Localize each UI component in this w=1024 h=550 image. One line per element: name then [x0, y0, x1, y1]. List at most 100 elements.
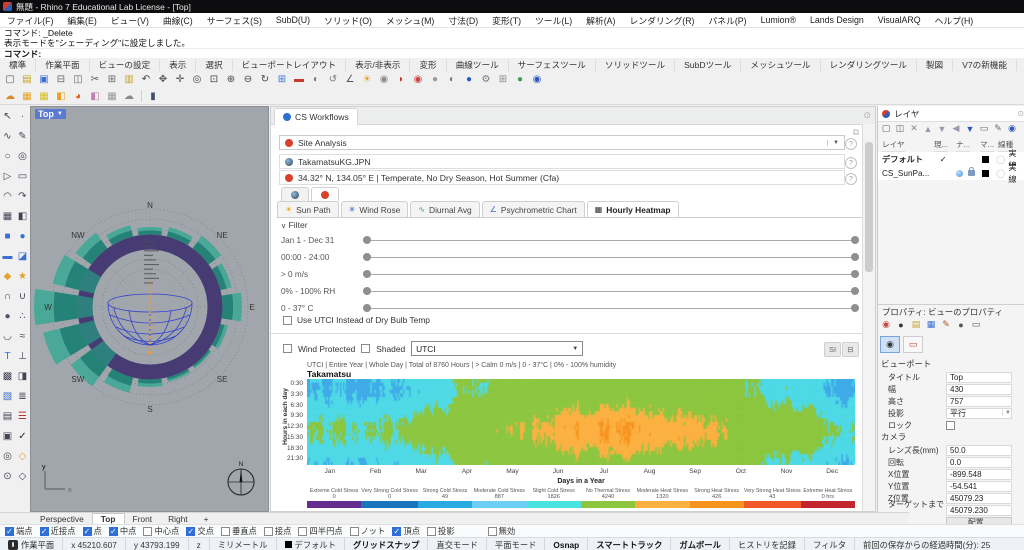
layer-color-swatch[interactable] — [982, 170, 989, 177]
shaded-sphere-icon[interactable]: ◐ — [444, 72, 460, 87]
layer-name[interactable]: CS_SunPa... — [878, 169, 934, 178]
panel-close-icon[interactable]: ⊙ — [1017, 109, 1024, 118]
property-value[interactable]: 50.0 — [946, 445, 1012, 456]
range-slider[interactable] — [363, 286, 859, 296]
osnap-checkbox[interactable]: ✓ — [186, 527, 195, 536]
osnap-checkbox[interactable] — [350, 527, 359, 536]
gem-icon[interactable]: ◇ — [15, 446, 30, 466]
layer-name[interactable]: デフォルト — [878, 153, 934, 165]
delete-layer-icon[interactable]: ✕ — [908, 122, 920, 135]
viewport-layout-icon[interactable]: ⊞ — [274, 72, 290, 87]
monitor-icon[interactable]: ▭ — [970, 318, 982, 331]
osnap-item[interactable]: ✓近接点 — [40, 525, 76, 537]
tab-wind-rose[interactable]: ✳Wind Rose — [341, 201, 409, 217]
ellipse-icon[interactable]: ◎ — [15, 146, 30, 166]
slider-handle-min[interactable] — [363, 253, 371, 261]
toolbar-tab[interactable]: サーフェスツール — [509, 59, 596, 71]
wind-protected-checkbox[interactable] — [283, 344, 292, 353]
toolbar-tab[interactable]: 作業平面 — [36, 59, 89, 71]
menu-item[interactable]: Lands Design — [803, 15, 871, 25]
zoom-window-icon[interactable]: ⊡ — [206, 72, 222, 87]
slider-handle-max[interactable] — [851, 287, 859, 295]
chevron-down-icon[interactable]: ▼ — [827, 140, 839, 146]
layout-icon[interactable]: ⊞ — [495, 72, 511, 87]
menu-item[interactable]: ビュー(V) — [104, 14, 156, 27]
rectangle-icon[interactable]: ▭ — [15, 166, 30, 186]
layer-column-header[interactable]: レイヤ — [882, 139, 905, 152]
workflow-help-icon[interactable]: ? — [845, 138, 857, 150]
property-value[interactable]: 430 — [946, 384, 1012, 395]
cloud-icon[interactable]: ☁ — [121, 89, 137, 104]
toolbar-tab[interactable]: 曲線ツール — [447, 59, 509, 71]
cut-icon[interactable]: ✂ — [87, 72, 103, 87]
heatmap-canvas[interactable] — [307, 379, 855, 465]
bar-chart-icon[interactable]: ▮ — [145, 89, 161, 104]
pan-icon[interactable]: ✥ — [155, 72, 171, 87]
location-file-help-icon[interactable]: ? — [845, 157, 857, 169]
property-value[interactable]: 45079.230 — [946, 505, 1012, 516]
menu-item[interactable]: Lumion® — [754, 15, 803, 25]
open-folder-icon[interactable]: ▤ — [19, 72, 35, 87]
slider-handle-max[interactable] — [851, 270, 859, 278]
scrollbar-thumb[interactable] — [865, 142, 873, 272]
units-cell[interactable]: ミリメートル — [210, 538, 277, 550]
location-desc-help-icon[interactable]: ? — [845, 173, 857, 185]
slider-handle-min[interactable] — [363, 304, 371, 312]
toggle-グリッドスナップ[interactable]: グリッドスナップ — [345, 538, 428, 550]
help-icon[interactable]: ◉ — [529, 72, 545, 87]
comfort-cube-icon[interactable]: ◧ — [87, 89, 103, 104]
slider-handle-max[interactable] — [851, 236, 859, 244]
copy-layer-icon[interactable]: ◫ — [894, 122, 906, 135]
boolean-union-icon[interactable]: ◆ — [0, 266, 15, 286]
block-icon[interactable]: ▧ — [0, 386, 15, 406]
osnap-checkbox[interactable]: ✓ — [109, 527, 118, 536]
undo-icon[interactable]: ↶ — [138, 72, 154, 87]
property-value[interactable]: -54.541 — [946, 481, 1012, 492]
top-viewport[interactable]: Top ▼ NNEESESSWWNW y x N — [30, 106, 269, 512]
group-icon[interactable]: ▣ — [0, 426, 15, 446]
box-icon[interactable]: ■ — [0, 226, 15, 246]
radiation-dome-icon[interactable]: ◧ — [53, 89, 69, 104]
layer-column-header[interactable]: ナ... — [956, 139, 970, 152]
tab-psychrometric-chart[interactable]: ∠Psychrometric Chart — [482, 201, 585, 217]
layer-row[interactable]: CS_SunPa...◯実線 — [878, 166, 1024, 180]
slider-handle-min[interactable] — [363, 287, 371, 295]
filter-icon[interactable]: ▼ — [964, 122, 976, 135]
toggle-Osnap[interactable]: Osnap — [545, 538, 588, 550]
osnap-item[interactable]: ✓中点 — [109, 525, 137, 537]
folder-icon[interactable]: ▤ — [910, 318, 922, 331]
tab-hourly-heatmap[interactable]: ▦Hourly Heatmap — [587, 201, 679, 217]
layers-help-icon[interactable]: ◉ — [1006, 122, 1018, 135]
object-props-icon[interactable]: ◉ — [880, 318, 892, 331]
polygon-icon[interactable]: ▷ — [0, 166, 15, 186]
slider-track[interactable] — [363, 240, 859, 242]
slider-handle-min[interactable] — [363, 236, 371, 244]
layer-column-header[interactable]: マ... — [980, 139, 994, 152]
diamond-icon[interactable]: ◇ — [15, 466, 30, 486]
move-left-icon[interactable]: ◀ — [950, 122, 962, 135]
menu-item[interactable]: 編集(E) — [60, 14, 103, 27]
toolbar-tab[interactable]: 表示/非表示 — [346, 59, 410, 71]
new-file-icon[interactable]: ▢ — [2, 72, 18, 87]
menu-item[interactable]: 解析(A) — [579, 14, 622, 27]
curve-icon[interactable]: ∿ — [0, 126, 15, 146]
paste-icon[interactable]: ▥ — [121, 72, 137, 87]
toggle-直交モード[interactable]: 直交モード — [428, 538, 487, 550]
osnap-checkbox[interactable]: ✓ — [40, 527, 49, 536]
lock-icon[interactable]: ◉ — [376, 72, 392, 87]
menu-item[interactable]: 変形(T) — [485, 14, 528, 27]
osnap-item[interactable]: 無効 — [488, 525, 516, 537]
viewport-title[interactable]: Top — [38, 109, 54, 119]
history-icon[interactable]: ↺ — [325, 72, 341, 87]
toolbar-tab[interactable]: 標準 — [0, 59, 36, 71]
toolbar-tab[interactable]: 選択 — [196, 59, 232, 71]
osnap-item[interactable]: 投影 — [427, 525, 455, 537]
layer-material-cell[interactable]: ◯ — [993, 154, 1008, 164]
render-shell-icon[interactable]: ◗ — [393, 72, 409, 87]
camera-props-icon[interactable]: ● — [955, 318, 967, 331]
print-icon[interactable]: ⊟ — [53, 72, 69, 87]
panel-scrollbar[interactable] — [862, 124, 875, 511]
toolbar-tab[interactable]: ビューの設定 — [90, 59, 161, 71]
menu-item[interactable]: ヘルプ(H) — [928, 14, 981, 27]
frame-props-icon[interactable]: ▭ — [903, 336, 923, 353]
